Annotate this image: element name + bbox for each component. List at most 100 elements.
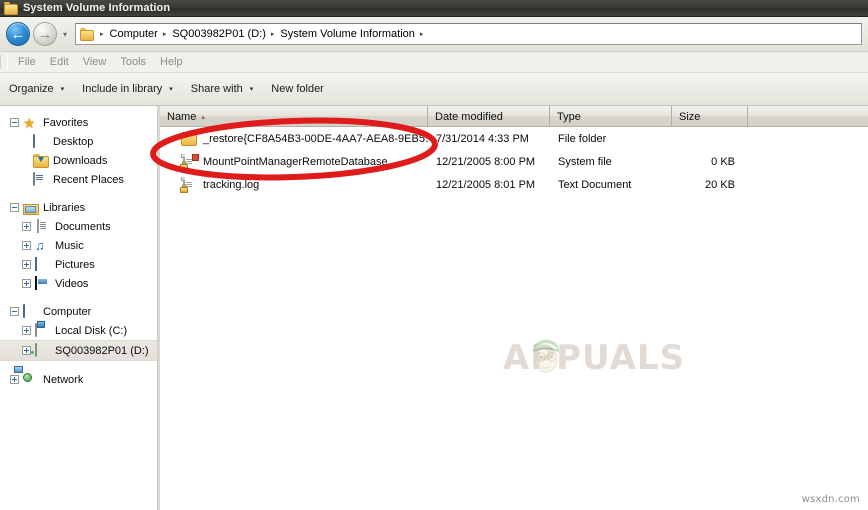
expand-expander-icon[interactable] <box>22 279 31 288</box>
expand-expander-icon[interactable] <box>22 346 31 355</box>
system-drive-icon <box>35 322 51 338</box>
table-row[interactable]: _restore{CF8A54B3-00DE-4AA7-AEA8-9EB5… 7… <box>160 127 868 150</box>
sidebar-item-libraries[interactable]: Libraries <box>0 198 157 217</box>
mascot-icon <box>533 339 559 373</box>
address-bar[interactable]: ▸ Computer ▸ SQ003982P01 (D:) ▸ System V… <box>75 23 862 45</box>
tree-group-gap <box>0 293 157 302</box>
lock-icon <box>180 183 188 193</box>
sidebar-item-downloads[interactable]: Downloads <box>0 151 157 170</box>
expand-expander-icon[interactable] <box>22 326 31 335</box>
sidebar-item-documents[interactable]: Documents <box>0 217 157 236</box>
column-label-name: Name <box>167 110 197 123</box>
sidebar-item-videos[interactable]: Videos <box>0 274 157 293</box>
breadcrumb-item-drive[interactable]: SQ003982P01 (D:) <box>171 24 267 44</box>
sidebar-item-computer[interactable]: Computer <box>0 302 157 321</box>
breadcrumb-separator-1[interactable]: ▸ <box>159 24 172 44</box>
source-credit: wsxdn.com <box>801 494 860 505</box>
expand-expander-icon[interactable] <box>22 222 31 231</box>
cell-size: 20 KB <box>705 178 735 191</box>
sidebar-item-network[interactable]: Network <box>0 365 157 389</box>
star-icon: ★ <box>23 114 36 131</box>
breadcrumb-separator-0[interactable]: ▸ <box>96 24 109 44</box>
window-title: System Volume Information <box>23 2 171 14</box>
breadcrumb-item-folder[interactable]: System Volume Information <box>279 24 416 44</box>
sidebar-label-desktop: Desktop <box>53 135 94 148</box>
file-name-label: tracking.log <box>203 178 260 191</box>
expand-expander-icon[interactable] <box>22 241 31 250</box>
cell-type: File folder <box>558 132 607 145</box>
expand-expander-icon[interactable] <box>10 375 19 384</box>
sidebar-item-music[interactable]: ♫ Music <box>0 236 157 255</box>
cell-date-modified: 12/21/2005 8:01 PM <box>436 178 536 191</box>
table-row[interactable]: MountPointManagerRemoteDatabase 12/21/20… <box>160 150 868 173</box>
menu-bar-grip <box>0 55 8 69</box>
tree-group-gap <box>0 189 157 198</box>
file-name-label: MountPointManagerRemoteDatabase <box>203 155 388 168</box>
desktop-monitor-icon <box>33 133 49 149</box>
breadcrumb-item-computer[interactable]: Computer <box>109 24 159 44</box>
cell-type: Text Document <box>558 178 632 191</box>
sidebar-item-local-disk-c[interactable]: Local Disk (C:) <box>0 321 157 340</box>
column-label-type: Type <box>557 110 581 123</box>
file-list-pane: Name ▴ Date modified Type Size _restore{… <box>160 106 868 510</box>
collapse-expander-icon[interactable] <box>10 203 19 212</box>
cell-name[interactable]: tracking.log <box>160 173 428 196</box>
sidebar-label-libraries: Libraries <box>43 201 86 214</box>
menu-item-file[interactable]: File <box>11 55 43 69</box>
recent-pages-dropdown-button[interactable]: ▾ <box>58 22 72 46</box>
folder-icon <box>181 131 197 146</box>
sidebar-label-local-disk-c: Local Disk (C:) <box>55 324 128 337</box>
organize-button[interactable]: Organize ▾ <box>0 77 73 101</box>
collapse-expander-icon[interactable] <box>10 118 19 127</box>
video-icon <box>35 275 51 291</box>
share-with-button[interactable]: Share with ▾ <box>182 77 263 101</box>
menu-item-edit[interactable]: Edit <box>43 55 76 69</box>
sidebar-item-pictures[interactable]: Pictures <box>0 255 157 274</box>
menu-item-help[interactable]: Help <box>153 55 190 69</box>
sidebar-label-downloads: Downloads <box>53 154 108 167</box>
table-row[interactable]: tracking.log 12/21/2005 8:01 PM Text Doc… <box>160 173 868 196</box>
drive-icon <box>31 342 51 358</box>
sidebar-label-computer: Computer <box>43 305 92 318</box>
new-folder-button[interactable]: New folder <box>262 77 333 101</box>
breadcrumb-separator-2[interactable]: ▸ <box>267 24 280 44</box>
cell-date-modified: 7/31/2014 4:33 PM <box>436 132 529 145</box>
column-header-type[interactable]: Type <box>550 106 672 127</box>
sidebar-item-drive-d[interactable]: SQ003982P01 (D:) <box>0 340 157 361</box>
cell-name[interactable]: _restore{CF8A54B3-00DE-4AA7-AEA8-9EB5… <box>160 127 428 150</box>
column-header-filler <box>748 106 868 127</box>
sidebar-label-drive-d: SQ003982P01 (D:) <box>55 344 149 357</box>
downloads-folder-icon <box>33 153 49 168</box>
column-header-size[interactable]: Size <box>672 106 748 127</box>
cell-name[interactable]: MountPointManagerRemoteDatabase <box>160 150 428 173</box>
sidebar-item-desktop[interactable]: Desktop <box>0 132 157 151</box>
include-in-library-button[interactable]: Include in library ▾ <box>73 77 182 101</box>
share-with-label: Share with <box>190 83 243 95</box>
organize-label: Organize <box>9 83 54 95</box>
sidebar-label-pictures: Pictures <box>55 258 95 271</box>
system-file-icon <box>180 153 199 170</box>
address-bar-container: ← → ▾ ▸ Computer ▸ SQ003982P01 (D:) ▸ Sy… <box>0 17 868 52</box>
back-button[interactable]: ← <box>6 22 30 46</box>
menu-item-view[interactable]: View <box>76 55 114 69</box>
folder-icon <box>4 1 18 15</box>
chevron-down-icon: ▾ <box>60 86 65 93</box>
sort-ascending-icon: ▴ <box>201 113 205 121</box>
column-header-name[interactable]: Name ▴ <box>160 106 428 127</box>
sidebar-label-music: Music <box>55 239 84 252</box>
sidebar-item-favorites[interactable]: ★ Favorites <box>0 113 157 132</box>
column-header-date-modified[interactable]: Date modified <box>428 106 550 127</box>
lock-icon <box>180 160 188 170</box>
forward-button[interactable]: → <box>33 22 57 46</box>
breadcrumb-separator-3[interactable]: ▸ <box>416 24 429 44</box>
chevron-down-icon: ▾ <box>169 86 173 93</box>
picture-icon <box>35 256 51 272</box>
new-folder-label: New folder <box>271 83 324 95</box>
expand-expander-icon[interactable] <box>22 260 31 269</box>
sidebar-item-recent-places[interactable]: Recent Places <box>0 170 157 189</box>
chevron-down-icon: ▾ <box>62 29 67 39</box>
menu-item-tools[interactable]: Tools <box>113 55 153 69</box>
collapse-expander-icon[interactable] <box>10 307 19 316</box>
include-in-library-label: Include in library <box>82 83 163 95</box>
chevron-down-icon: ▾ <box>249 86 254 93</box>
